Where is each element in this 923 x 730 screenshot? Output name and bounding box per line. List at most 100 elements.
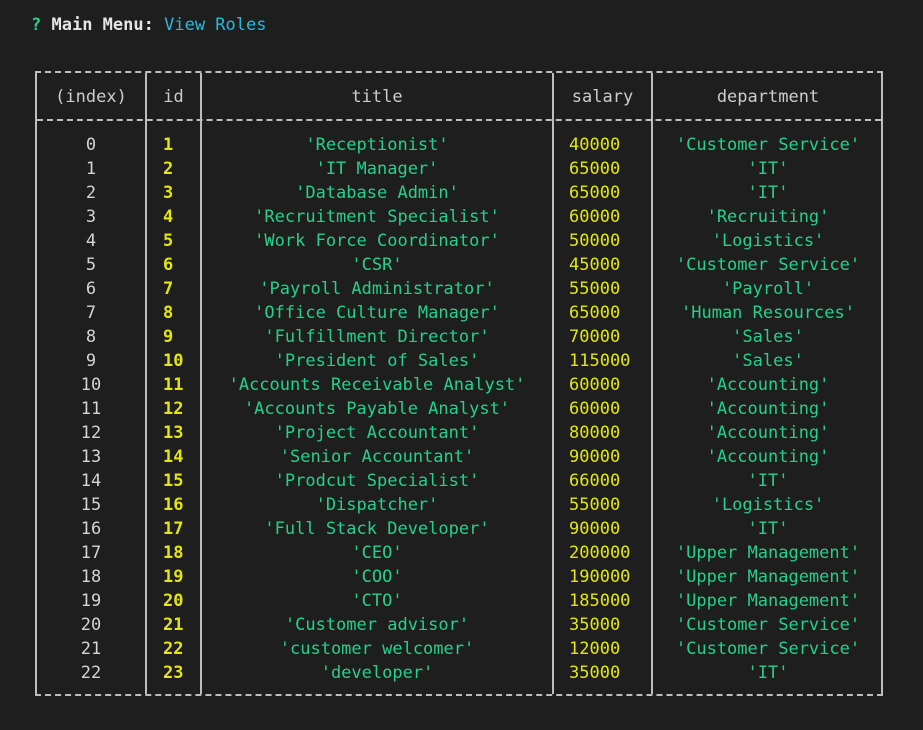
- table-row: 7 8 'Office Culture Manager' 65000 'Human Re…: [37, 301, 881, 325]
- header-separator: [37, 119, 881, 121]
- cell-id: 6: [163, 255, 174, 275]
- console-table: (index) id title salary department 0 1 'Re…: [35, 71, 883, 696]
- cell-department: 'Upper Management': [675, 543, 861, 563]
- cell-salary: 55000: [569, 279, 621, 299]
- cell-title: 'customer welcomer': [279, 639, 475, 659]
- cell-title: 'IT Manager': [315, 159, 439, 179]
- table-row: 5 6 'CSR' 45000 'Customer Service': [37, 253, 881, 277]
- cell-title: 'Accounts Payable Analyst': [243, 399, 511, 419]
- cell-title: 'Full Stack Developer': [264, 519, 490, 539]
- cell-index: 16: [80, 519, 102, 539]
- table-row: 1 2 'IT Manager' 65000 'IT': [37, 157, 881, 181]
- cell-salary: 66000: [569, 471, 621, 491]
- table-row: 3 4 'Recruitment Specialist' 60000 'Recruiti…: [37, 205, 881, 229]
- table-row: 2 3 'Database Admin' 65000 'IT': [37, 181, 881, 205]
- header-index: (index): [55, 87, 127, 107]
- cell-salary: 190000: [569, 567, 631, 587]
- cell-id: 1: [163, 135, 174, 155]
- cell-department: 'Sales': [732, 327, 804, 347]
- cell-title: 'developer': [320, 663, 434, 683]
- table-row: 19 20 'CTO' 185000 'Upper Management': [37, 589, 881, 613]
- cell-department: 'Customer Service': [675, 255, 861, 275]
- cell-id: 23: [163, 663, 184, 683]
- cell-title: 'Prodcut Specialist': [274, 471, 480, 491]
- cell-department: 'Accounting': [706, 447, 830, 467]
- table-row: 0 1 'Receptionist' 40000 'Customer Service': [37, 133, 881, 157]
- cell-id: 2: [163, 159, 174, 179]
- cli-prompt-line: ? Main Menu: View Roles: [31, 13, 266, 37]
- cell-salary: 45000: [569, 255, 621, 275]
- header-department: department: [716, 87, 820, 107]
- cell-index: 11: [80, 399, 102, 419]
- cell-index: 13: [80, 447, 102, 467]
- cell-index: 21: [80, 639, 102, 659]
- cell-salary: 55000: [569, 495, 621, 515]
- cell-department: 'IT': [747, 519, 789, 539]
- cell-index: 10: [80, 375, 102, 395]
- cell-title: 'President of Sales': [274, 351, 480, 371]
- cell-index: 9: [85, 351, 97, 371]
- cell-index: 14: [80, 471, 102, 491]
- cell-id: 5: [163, 231, 174, 251]
- cell-title: 'Customer advisor': [284, 615, 470, 635]
- cell-title: 'Office Culture Manager': [254, 303, 500, 323]
- cell-id: 19: [163, 567, 184, 587]
- cell-salary: 65000: [569, 183, 621, 203]
- prompt-selected-value: View Roles: [164, 15, 267, 35]
- cell-salary: 60000: [569, 399, 621, 419]
- table-row: 21 22 'customer welcomer' 12000 'Customer Se…: [37, 637, 881, 661]
- cell-salary: 65000: [569, 159, 621, 179]
- cell-index: 6: [85, 279, 97, 299]
- cell-title: 'Accounts Receivable Analyst': [228, 375, 526, 395]
- cell-department: 'IT': [747, 183, 789, 203]
- cell-salary: 35000: [569, 615, 621, 635]
- cell-index: 15: [80, 495, 102, 515]
- cell-index: 1: [85, 159, 97, 179]
- table-row: 14 15 'Prodcut Specialist' 66000 'IT': [37, 469, 881, 493]
- cell-index: 22: [80, 663, 102, 683]
- cell-id: 16: [163, 495, 184, 515]
- cell-index: 4: [85, 231, 97, 251]
- cell-index: 8: [85, 327, 97, 347]
- cell-index: 17: [80, 543, 102, 563]
- prompt-question-mark: ?: [31, 15, 42, 35]
- cell-salary: 80000: [569, 423, 621, 443]
- cell-salary: 185000: [569, 591, 631, 611]
- prompt-label: Main Menu:: [51, 15, 154, 35]
- cell-salary: 200000: [569, 543, 631, 563]
- cell-salary: 60000: [569, 207, 621, 227]
- cell-index: 20: [80, 615, 102, 635]
- cell-id: 13: [163, 423, 184, 443]
- cell-department: 'Recruiting': [706, 207, 830, 227]
- cell-id: 22: [163, 639, 184, 659]
- cell-index: 19: [80, 591, 102, 611]
- cell-title: 'Payroll Administrator': [259, 279, 495, 299]
- cell-id: 15: [163, 471, 184, 491]
- cell-id: 12: [163, 399, 184, 419]
- cell-salary: 60000: [569, 375, 621, 395]
- cell-salary: 90000: [569, 447, 621, 467]
- header-salary: salary: [571, 87, 634, 107]
- cell-id: 4: [163, 207, 174, 227]
- cell-id: 7: [163, 279, 174, 299]
- cell-id: 17: [163, 519, 184, 539]
- cell-salary: 70000: [569, 327, 621, 347]
- cell-id: 11: [163, 375, 184, 395]
- table-row: 16 17 'Full Stack Developer' 90000 'IT': [37, 517, 881, 541]
- cell-salary: 65000: [569, 303, 621, 323]
- cell-id: 18: [163, 543, 184, 563]
- cell-department: 'Customer Service': [675, 639, 861, 659]
- cell-salary: 12000: [569, 639, 621, 659]
- cell-department: 'Accounting': [706, 375, 830, 395]
- cell-department: 'Human Resources': [681, 303, 855, 323]
- table-row: 4 5 'Work Force Coordinator' 50000 'Logistic…: [37, 229, 881, 253]
- table-row: 13 14 'Senior Accountant' 90000 'Accounting': [37, 445, 881, 469]
- cell-index: 7: [85, 303, 97, 323]
- cell-index: 18: [80, 567, 102, 587]
- cell-department: 'Payroll': [721, 279, 815, 299]
- cell-index: 12: [80, 423, 102, 443]
- table-row: 22 23 'developer' 35000 'IT': [37, 661, 881, 685]
- cell-index: 0: [85, 135, 97, 155]
- cell-salary: 115000: [569, 351, 631, 371]
- cell-title: 'Senior Accountant': [279, 447, 475, 467]
